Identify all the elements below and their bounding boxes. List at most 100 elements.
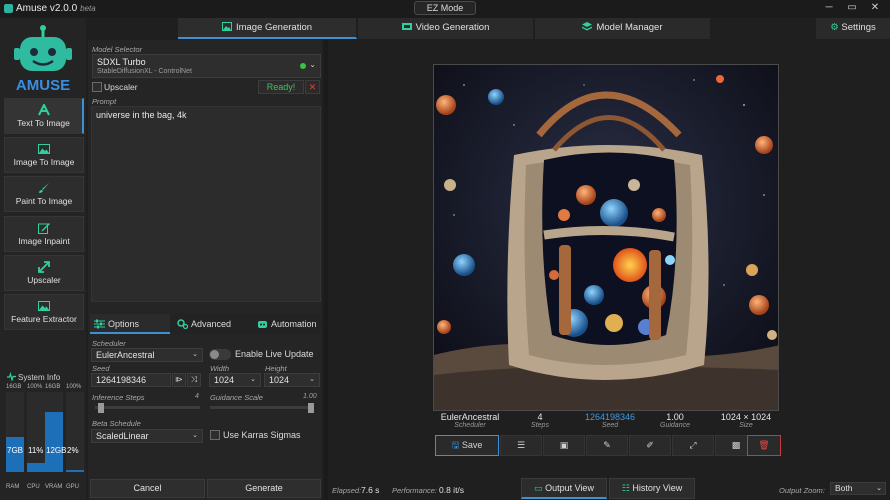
guidance-scale-label: Guidance Scale — [210, 393, 263, 402]
save-button[interactable]: 🖫 Save — [435, 435, 499, 456]
seed-input[interactable]: 1264198346 — [91, 373, 171, 387]
svg-text:AMUSE: AMUSE — [16, 77, 70, 94]
send-to-upscaler-button[interactable]: ⤢ — [672, 435, 714, 456]
restore-icon[interactable]: ▭ — [845, 2, 859, 14]
guidance-scale-value: 1.00 — [303, 393, 317, 400]
inference-steps-label: Inference Steps — [92, 393, 145, 402]
karras-label: Use Karras Sigmas — [223, 430, 301, 440]
output-zoom-dropdown[interactable]: Both ⌄ — [830, 482, 886, 495]
text-a-icon — [37, 104, 50, 116]
upscaler-checkbox[interactable] — [92, 82, 102, 92]
delete-button[interactable]: 🗑 — [747, 435, 781, 456]
chevron-down-icon: ⌄ — [309, 60, 316, 69]
tab-model-manager[interactable]: Model Manager — [535, 18, 711, 39]
inference-steps-slider[interactable] — [97, 403, 104, 413]
tab-video-generation[interactable]: Video Generation — [358, 18, 534, 39]
save-icon: 🖫 — [451, 440, 460, 450]
tab-automation[interactable]: Automation — [253, 314, 321, 334]
pulse-icon — [7, 372, 16, 381]
image-icon: ▩ — [731, 440, 741, 450]
panel-splitter[interactable] — [324, 40, 328, 500]
sysinfo-bar-bg — [66, 392, 84, 472]
video-icon — [401, 23, 412, 30]
nav-image-to-image[interactable]: Image To Image — [4, 137, 84, 173]
model-status-dot — [300, 63, 306, 69]
beta-schedule-label: Beta Schedule — [92, 419, 141, 428]
nav-upscaler[interactable]: Upscaler — [4, 255, 84, 291]
nav-text-to-image[interactable]: Text To Image — [4, 98, 84, 134]
output-image — [433, 64, 779, 411]
title-bar: Amuse v2.0.0 beta EZ Mode ─ ▭ ✕ — [0, 0, 890, 18]
list-icon: ☷ — [621, 483, 630, 493]
height-dropdown[interactable]: 1024 ⌄ — [264, 373, 320, 387]
send-to-inpaint-button[interactable]: ✐ — [629, 435, 671, 456]
model-selector-dropdown[interactable]: SDXL Turbo StableDiffusionXL - ControlNe… — [92, 54, 321, 78]
layers-icon — [582, 22, 593, 31]
nav-feature-extractor[interactable]: Feature Extractor — [4, 294, 84, 330]
brush-icon — [39, 183, 49, 193]
result-steps-value: 4 — [537, 412, 543, 422]
model-subtitle: StableDiffusionXL - ControlNet — [97, 68, 192, 75]
text-details-button[interactable]: ☰ — [500, 435, 542, 456]
options-tabs: Options Advanced Automation — [90, 314, 321, 334]
sysinfo-bar-cpu — [27, 463, 45, 472]
tab-advanced[interactable]: Advanced — [173, 314, 250, 334]
seed-label: Seed — [92, 364, 110, 373]
width-label: Width — [210, 364, 230, 373]
chevron-down-icon: ⌄ — [192, 432, 198, 439]
brush-icon: ✎ — [603, 440, 611, 450]
prompt-input[interactable]: universe in the bag, 4k — [91, 106, 321, 302]
sysinfo-bar-bg — [27, 392, 45, 472]
cancel-button[interactable]: Cancel — [90, 479, 205, 498]
edit-icon — [38, 223, 50, 234]
ez-mode-button[interactable]: EZ Mode — [414, 1, 476, 15]
chevron-down-icon: ⌄ — [250, 376, 256, 383]
sysinfo-bar-gpu — [66, 470, 84, 472]
send-to-paint-button[interactable]: ✎ — [586, 435, 628, 456]
result-steps: 4 Steps — [515, 412, 565, 429]
shuffle-icon[interactable]: ⤨ — [187, 373, 201, 387]
width-dropdown[interactable]: 1024 ⌄ — [209, 373, 261, 387]
settings-button[interactable]: ⚙ Settings — [816, 18, 890, 39]
ready-status-button[interactable]: Ready! — [258, 80, 304, 94]
sysinfo-value-cpu: 11% — [28, 446, 44, 455]
amuse-logo: AMUSE — [14, 25, 72, 94]
height-label: Height — [265, 364, 287, 373]
system-info-title: System Info — [18, 373, 61, 382]
chevron-down-icon: ⌄ — [876, 485, 882, 492]
send-to-image-button[interactable]: ▣ — [543, 435, 585, 456]
close-icon[interactable]: ✕ — [868, 2, 882, 14]
clear-upscaler-button[interactable]: ✕ — [305, 80, 320, 94]
output-toolbar: 🖫 Save ☰ ▣ ✎ ✐ ⤢ ▩ 🗑 — [435, 435, 781, 456]
sysinfo-value-gpu: 2% — [67, 446, 79, 455]
output-view-button[interactable]: ▭ Output View — [521, 478, 607, 499]
nav-paint-to-image[interactable]: Paint To Image — [4, 176, 84, 212]
guidance-scale-slider[interactable] — [308, 403, 314, 413]
scheduler-dropdown[interactable]: EulerAncestral ⌄ — [91, 348, 203, 362]
generate-button[interactable]: Generate — [207, 479, 321, 498]
tab-image-generation[interactable]: Image Generation — [178, 18, 357, 39]
history-view-button[interactable]: ☷ History View — [609, 478, 695, 499]
karras-checkbox[interactable] — [210, 430, 220, 440]
chevron-down-icon: ⌄ — [192, 351, 198, 358]
expand-icon — [38, 261, 50, 273]
generated-image — [434, 65, 778, 410]
seed-reuse-icon[interactable]: ⧐ — [172, 373, 186, 387]
result-seed-value[interactable]: 1264198346 — [575, 412, 645, 422]
result-scheduler-value: EulerAncestral — [440, 412, 500, 422]
tab-options[interactable]: Options — [90, 314, 170, 334]
minimize-icon[interactable]: ─ — [822, 2, 836, 14]
scheduler-label: Scheduler — [92, 339, 126, 348]
result-scheduler: EulerAncestral Scheduler — [440, 412, 500, 429]
inference-steps-value: 4 — [195, 393, 199, 400]
beta-schedule-dropdown[interactable]: ScaledLinear ⌄ — [91, 429, 203, 443]
sysinfo-name-cpu: CPU — [27, 484, 40, 490]
inference-steps-track[interactable] — [95, 406, 200, 409]
result-scheduler-key: Scheduler — [454, 422, 486, 429]
result-guidance: 1.00 Guidance — [650, 412, 700, 429]
live-update-toggle[interactable] — [209, 349, 231, 360]
guidance-scale-track[interactable] — [210, 406, 314, 409]
elapsed-label: Elapsed: — [332, 486, 362, 495]
elapsed-value: 7.6 s — [361, 485, 380, 495]
nav-image-inpaint[interactable]: Image Inpaint — [4, 216, 84, 252]
